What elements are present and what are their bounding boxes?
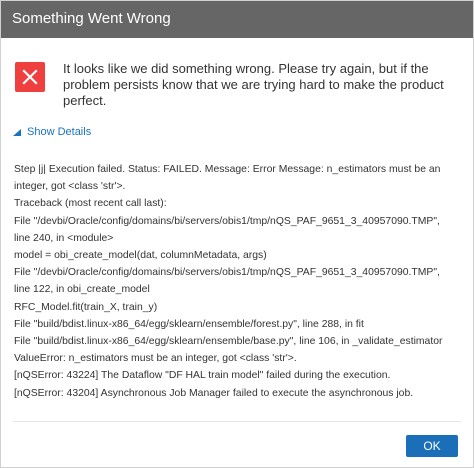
- divider: [13, 421, 461, 422]
- details-line: Traceback (most recent call last):: [14, 198, 167, 210]
- details-line: line 122, in obi_create_model: [14, 284, 150, 296]
- error-message: It looks like we did something wrong. Pl…: [63, 61, 444, 108]
- dialog-title: Something Went Wrong: [1, 1, 473, 38]
- details-line: RFC_Model.fit(train_X, train_y): [14, 301, 158, 313]
- details-line: File "/devbi/Oracle/config/domains/bi/se…: [14, 215, 440, 227]
- details-line: ValueError: n_estimators must be an inte…: [14, 353, 297, 365]
- details-line: [nQSError: 43204] Asynchronous Job Manag…: [14, 387, 414, 399]
- error-details: Step |j| Execution failed. Status: FAILE…: [14, 161, 464, 402]
- details-line: File "/devbi/Oracle/config/domains/bi/se…: [14, 267, 440, 279]
- details-line: File "build/bdist.linux-x86_64/egg/sklea…: [14, 336, 443, 348]
- show-details-toggle[interactable]: Show Details: [13, 126, 91, 138]
- details-line: [nQSError: 43224] The Dataflow "DF HAL t…: [14, 370, 391, 382]
- error-icon: [15, 62, 45, 92]
- details-line: File "build/bdist.linux-x86_64/egg/sklea…: [14, 318, 364, 330]
- triangle-expand-icon: [13, 128, 21, 136]
- close-x-icon: [22, 69, 38, 85]
- show-details-label: Show Details: [27, 126, 92, 138]
- error-dialog: Something Went Wrong It looks like we di…: [0, 0, 474, 468]
- details-line: line 240, in <module>: [14, 232, 114, 244]
- details-line: Step |j| Execution failed. Status: FAILE…: [14, 164, 441, 175]
- details-line: integer, got <class 'str'>.: [14, 181, 126, 193]
- ok-button[interactable]: OK: [406, 435, 458, 457]
- details-line: model = obi_create_model(dat, columnMeta…: [14, 250, 267, 262]
